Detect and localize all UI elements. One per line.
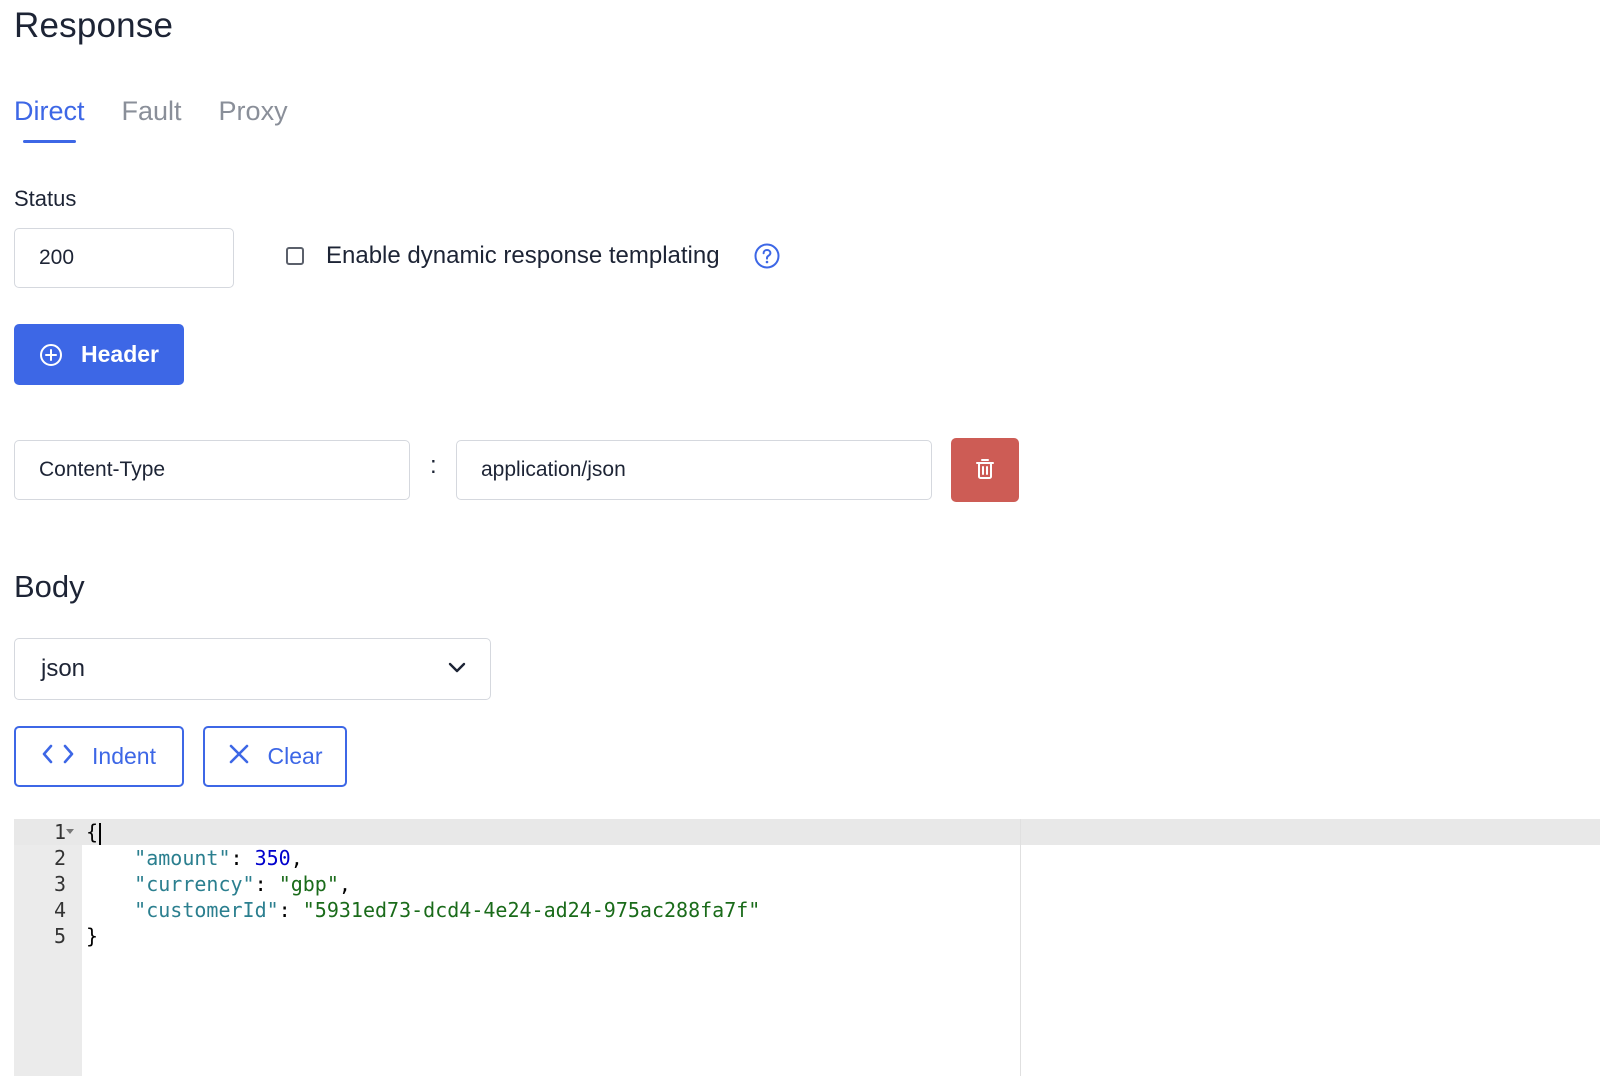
- delete-header-button[interactable]: [951, 438, 1019, 502]
- json-comma: ,: [290, 846, 303, 870]
- status-label: Status: [14, 186, 77, 211]
- print-margin: [1020, 819, 1021, 1076]
- body-title: Body: [14, 569, 85, 604]
- text-cursor: [99, 822, 102, 845]
- add-header-button[interactable]: Header: [14, 324, 184, 385]
- json-key: "currency": [134, 872, 255, 896]
- close-icon: [228, 743, 250, 771]
- line-number: 5: [53, 924, 66, 948]
- json-colon: :: [254, 872, 279, 896]
- code-line-5: }: [86, 923, 98, 949]
- body-format-value: json: [41, 655, 86, 682]
- header-value-input[interactable]: [456, 440, 932, 500]
- question-circle-icon[interactable]: [754, 243, 780, 269]
- code-line-3: "currency": "gbp",: [86, 871, 351, 897]
- json-comma: ,: [338, 872, 351, 896]
- json-key: "amount": [134, 846, 231, 870]
- tab-direct[interactable]: Direct: [14, 96, 85, 143]
- tab-proxy[interactable]: Proxy: [219, 96, 288, 143]
- templating-checkbox[interactable]: [286, 247, 304, 265]
- indent-label: Indent: [92, 743, 156, 769]
- json-number: 350: [254, 846, 291, 870]
- body-format-select[interactable]: json: [14, 638, 491, 700]
- open-brace: {: [86, 820, 99, 844]
- response-tabs: Direct Fault Proxy: [14, 96, 325, 143]
- add-header-label: Header: [81, 341, 159, 367]
- json-key: "customerId": [134, 898, 279, 922]
- code-line-2: "amount": 350,: [86, 845, 303, 871]
- active-line-highlight: [14, 819, 1600, 845]
- line-number: 4: [53, 898, 66, 922]
- fold-arrow-icon[interactable]: [66, 829, 74, 834]
- chevron-down-icon: [448, 660, 466, 678]
- json-string: "gbp": [278, 872, 339, 896]
- close-brace: }: [86, 924, 99, 948]
- code-line-4: "customerId": "5931ed73-dcd4-4e24-ad24-9…: [86, 897, 760, 923]
- code-line-1: {: [86, 819, 102, 845]
- indent-button[interactable]: Indent: [14, 726, 184, 787]
- status-input[interactable]: [14, 228, 234, 288]
- templating-option: Enable dynamic response templating: [286, 242, 780, 270]
- json-string: "5931ed73-dcd4-4e24-ad24-975ac288fa7f": [302, 898, 761, 922]
- code-editor[interactable]: 1 2 3 4 5 { "amount": 350, "currency": "…: [14, 819, 1600, 1076]
- trash-icon: [975, 458, 995, 483]
- page-title: Response: [14, 6, 174, 45]
- json-colon: :: [278, 898, 303, 922]
- json-colon: :: [230, 846, 255, 870]
- line-number: 1: [53, 820, 66, 844]
- tab-fault[interactable]: Fault: [122, 96, 182, 143]
- response-panel: Response Direct Fault Proxy Status Enabl…: [0, 0, 1618, 1086]
- line-number: 2: [53, 846, 66, 870]
- header-key-input[interactable]: [14, 440, 410, 500]
- plus-circle-icon: [39, 343, 63, 367]
- header-separator: :: [430, 452, 437, 479]
- line-number: 3: [53, 872, 66, 896]
- code-icon: [42, 743, 74, 771]
- clear-button[interactable]: Clear: [203, 726, 347, 787]
- clear-label: Clear: [267, 743, 323, 769]
- templating-label: Enable dynamic response templating: [326, 242, 720, 269]
